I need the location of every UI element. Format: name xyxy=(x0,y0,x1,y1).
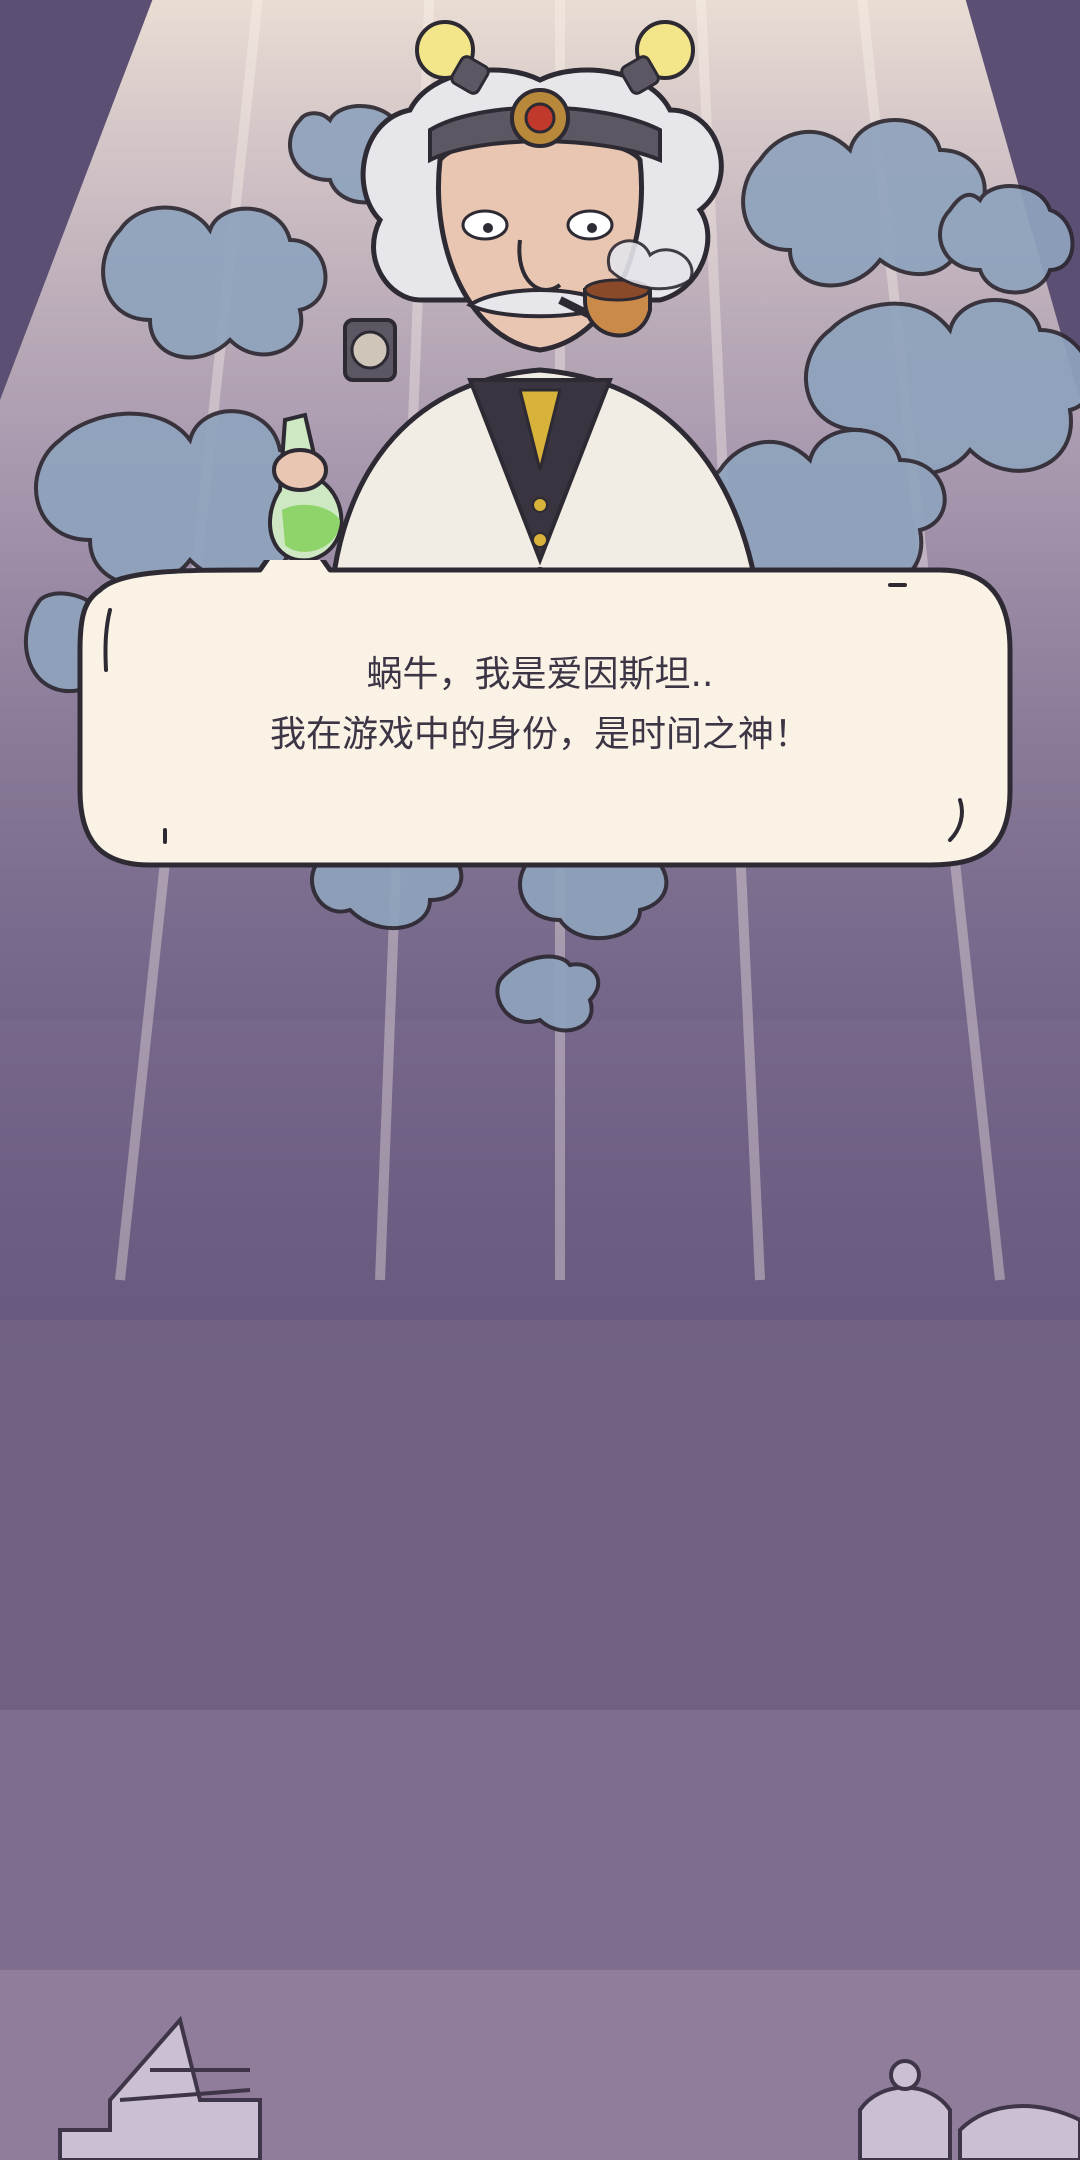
dialogue-line-1: 蜗牛，我是爱因斯坦.. xyxy=(366,654,714,695)
dialogue-line-2: 我在游戏中的身份，是时间之神！ xyxy=(269,714,810,755)
light-bulb-icon xyxy=(620,20,695,95)
background-band xyxy=(0,1710,1080,1970)
city-skyline xyxy=(58,2015,1080,2160)
game-scene[interactable]: 蜗牛，我是爱因斯坦.. 我在游戏中的身份，是时间之神！ xyxy=(0,0,1080,2160)
einstein-character xyxy=(23,20,1080,1033)
speech-bubble[interactable]: 蜗牛，我是爱因斯坦.. 我在游戏中的身份，是时间之神！ xyxy=(60,560,1020,880)
dialogue-text: 蜗牛，我是爱因斯坦.. 我在游戏中的身份，是时间之神！ xyxy=(60,645,1020,765)
light-bulb-icon xyxy=(415,20,490,95)
flask-icon xyxy=(268,412,344,563)
